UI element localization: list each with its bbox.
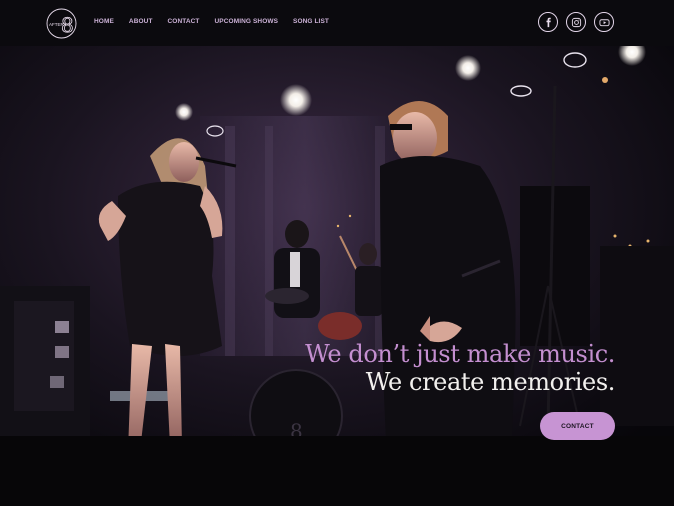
- nav-song-list[interactable]: SONG LIST: [293, 18, 329, 25]
- brand-logo[interactable]: AFTER 8: [46, 8, 77, 39]
- hero-headline: We don’t just make music. We create memo…: [305, 340, 615, 396]
- facebook-icon: [545, 17, 551, 27]
- site-header: AFTER 8 HOME ABOUT CONTACT UPCOMING SHOW…: [0, 0, 674, 46]
- main-nav: HOME ABOUT CONTACT UPCOMING SHOWS SONG L…: [94, 18, 344, 25]
- headline-line-1: We don’t just make music.: [305, 340, 615, 368]
- logo-mark: AFTER 8: [46, 8, 77, 39]
- headline-line-2: We create memories.: [365, 368, 616, 396]
- nav-home[interactable]: HOME: [94, 18, 114, 25]
- instagram-icon: [571, 17, 581, 27]
- nav-about[interactable]: ABOUT: [129, 18, 153, 25]
- nav-upcoming-shows[interactable]: UPCOMING SHOWS: [215, 18, 279, 25]
- facebook-link[interactable]: [538, 12, 558, 32]
- youtube-link[interactable]: [594, 12, 614, 32]
- nav-contact[interactable]: CONTACT: [168, 18, 200, 25]
- instagram-link[interactable]: [566, 12, 586, 32]
- logo-numeral: 8: [61, 13, 74, 37]
- contact-button[interactable]: CONTACT: [540, 412, 615, 440]
- youtube-icon: [598, 18, 610, 26]
